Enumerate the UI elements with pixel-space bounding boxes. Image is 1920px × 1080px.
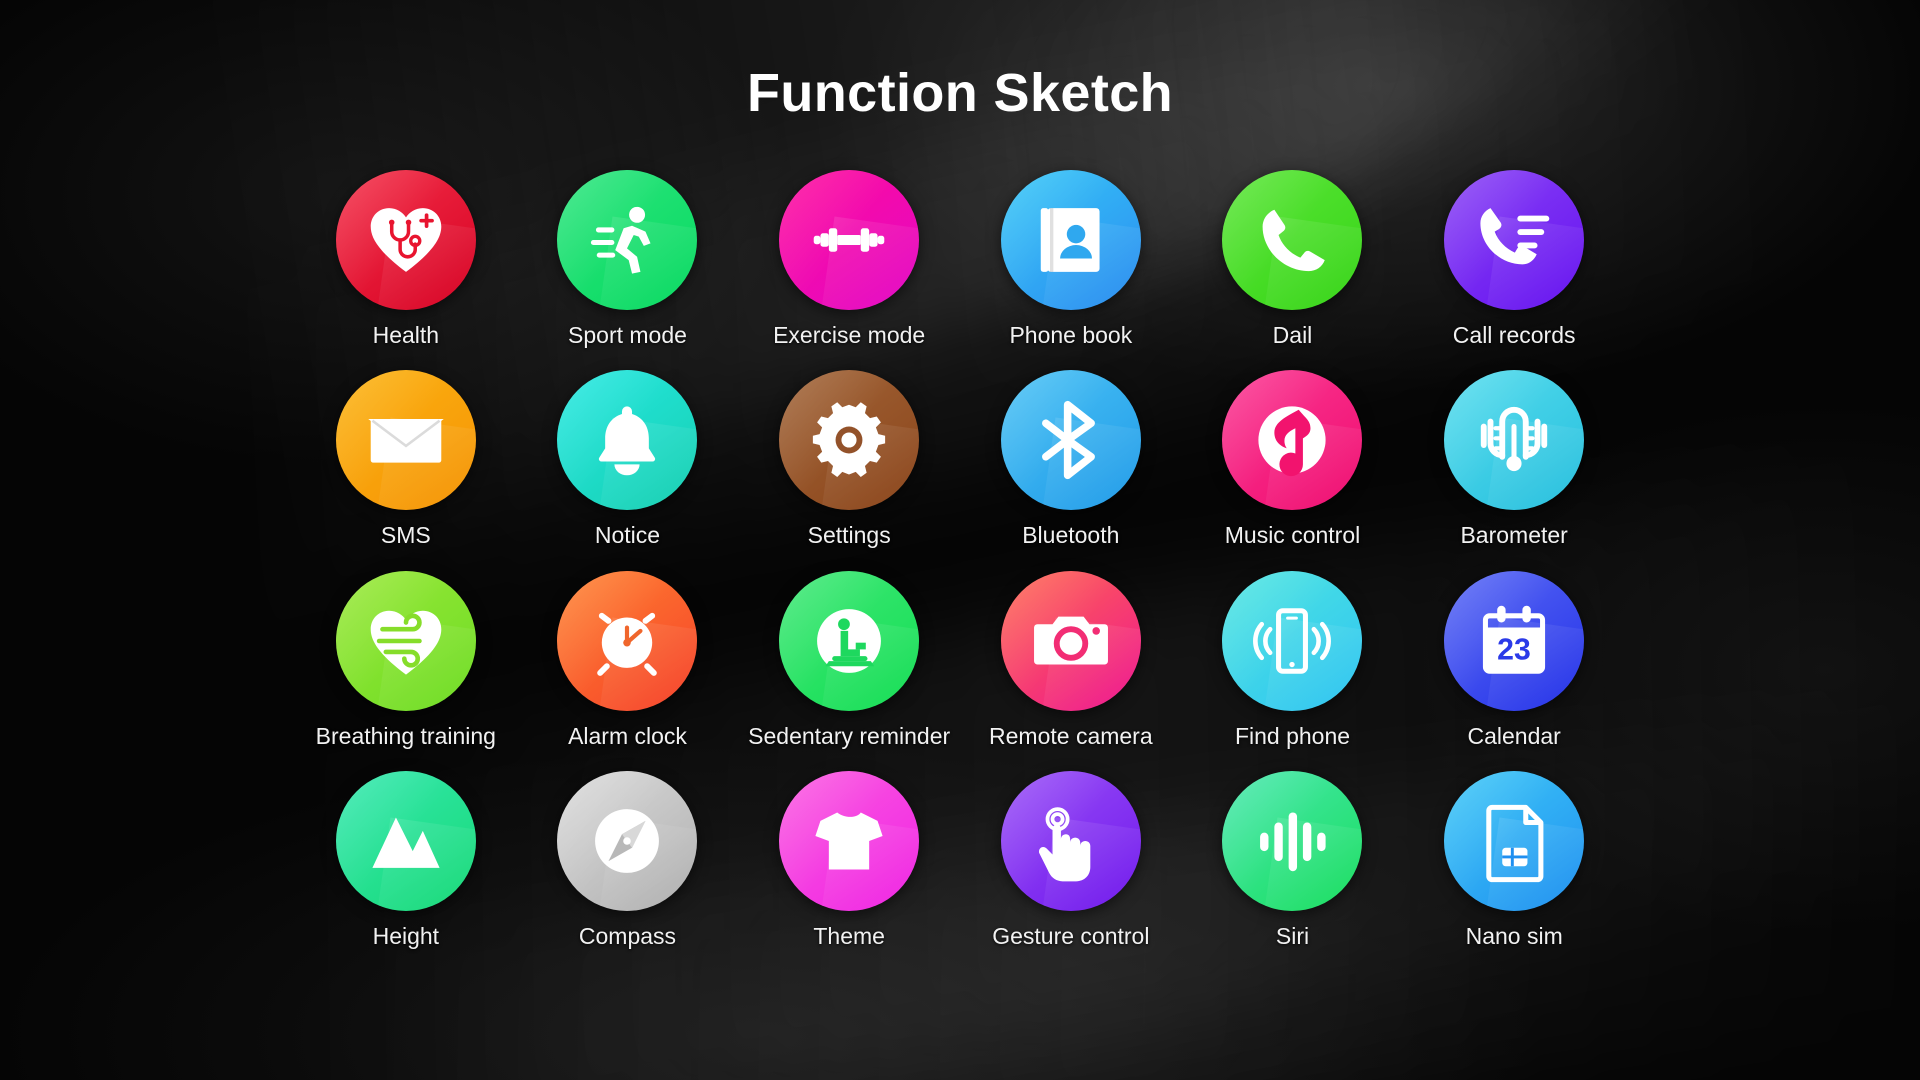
page-title: Function Sketch	[746, 63, 1174, 123]
sitting-person-icon[interactable]	[779, 570, 920, 711]
function-item[interactable]: Barometer	[1403, 370, 1625, 548]
function-item[interactable]: Breathing training	[295, 570, 517, 749]
running-person-icon[interactable]	[557, 170, 698, 310]
function-item-label: Compass	[578, 922, 677, 949]
waveform-icon[interactable]	[1222, 770, 1363, 911]
function-item-label: Calendar	[1467, 722, 1561, 749]
function-item-label: Settings	[807, 522, 891, 549]
function-item-label: Exercise mode	[773, 322, 926, 348]
function-item[interactable]: Remote camera	[960, 570, 1182, 749]
function-item-label: Height	[372, 922, 440, 949]
function-item[interactable]: Bluetooth	[960, 370, 1182, 548]
gear-icon[interactable]	[779, 370, 920, 511]
function-item-label: Alarm clock	[568, 722, 687, 749]
function-item[interactable]: Sedentary reminder	[738, 570, 960, 749]
camera-icon[interactable]	[1000, 570, 1141, 711]
function-item[interactable]: Compass	[517, 770, 739, 949]
sim-card-icon[interactable]	[1444, 770, 1585, 911]
function-item-label: Barometer	[1460, 522, 1568, 549]
function-item[interactable]: Music control	[1182, 370, 1404, 548]
function-item-label: Bluetooth	[1022, 522, 1120, 549]
function-item-label: Remote camera	[989, 722, 1153, 749]
bell-icon[interactable]	[557, 370, 698, 511]
function-item-label: Notice	[594, 522, 661, 549]
function-item[interactable]: Sport mode	[517, 170, 739, 348]
function-item[interactable]: Exercise mode	[738, 170, 960, 348]
calendar-icon[interactable]: 23	[1444, 570, 1585, 711]
function-item[interactable]: Dail	[1182, 170, 1404, 348]
heart-stethoscope-icon[interactable]	[335, 170, 476, 310]
function-item-label: Nano sim	[1465, 922, 1563, 949]
function-item[interactable]: Gesture control	[960, 770, 1182, 949]
function-item-label: Music control	[1224, 522, 1361, 549]
function-item-label: Siri	[1275, 922, 1310, 949]
function-item[interactable]: 23 Calendar	[1403, 570, 1625, 749]
function-item[interactable]: Siri	[1182, 770, 1404, 949]
function-item-label: Dail	[1272, 322, 1313, 348]
function-item[interactable]: SMS	[295, 370, 517, 548]
function-item[interactable]: Phone book	[960, 170, 1182, 348]
function-item[interactable]: Settings	[738, 370, 960, 548]
tshirt-icon[interactable]	[779, 770, 920, 911]
envelope-icon[interactable]	[335, 370, 476, 511]
bluetooth-icon[interactable]	[1000, 370, 1141, 511]
music-note-icon[interactable]	[1222, 370, 1363, 511]
function-item[interactable]: Nano sim	[1403, 770, 1625, 949]
function-item[interactable]: Find phone	[1182, 570, 1404, 749]
vibrating-phone-icon[interactable]	[1222, 570, 1363, 711]
svg-text:23: 23	[1497, 633, 1531, 666]
function-item[interactable]: Call records	[1403, 170, 1625, 348]
alarm-clock-icon[interactable]	[557, 570, 698, 711]
thermometer-icon[interactable]	[1444, 370, 1585, 511]
function-item-label: Phone book	[1009, 322, 1133, 348]
mountains-icon[interactable]	[335, 770, 476, 911]
function-item-label: Call records	[1452, 322, 1576, 348]
app-background: Function Sketch Health Sport mode Exerci…	[0, 0, 1920, 1080]
heart-wind-icon[interactable]	[335, 570, 476, 711]
phone-handset-icon[interactable]	[1222, 170, 1363, 310]
function-item-label: Sedentary reminder	[748, 722, 951, 749]
function-icon-grid: Health Sport mode Exercise mode Phone bo…	[295, 170, 1625, 949]
function-item-label: Theme	[813, 922, 885, 949]
address-book-icon[interactable]	[1000, 170, 1141, 310]
function-item-label: Find phone	[1234, 722, 1351, 749]
call-log-icon[interactable]	[1444, 170, 1585, 310]
function-item-label: SMS	[380, 522, 431, 549]
compass-icon[interactable]	[557, 770, 698, 911]
function-item-label: Sport mode	[568, 322, 687, 348]
function-item[interactable]: Theme	[738, 770, 960, 949]
dumbbell-icon[interactable]	[779, 170, 920, 310]
function-item[interactable]: Height	[295, 770, 517, 949]
function-item-label: Gesture control	[992, 922, 1150, 949]
function-item-label: Breathing training	[315, 722, 496, 749]
function-item[interactable]: Health	[295, 170, 517, 348]
tap-hand-icon[interactable]	[1000, 770, 1141, 911]
function-item[interactable]: Notice	[517, 370, 739, 548]
function-item[interactable]: Alarm clock	[517, 570, 739, 749]
function-item-label: Health	[372, 322, 440, 348]
